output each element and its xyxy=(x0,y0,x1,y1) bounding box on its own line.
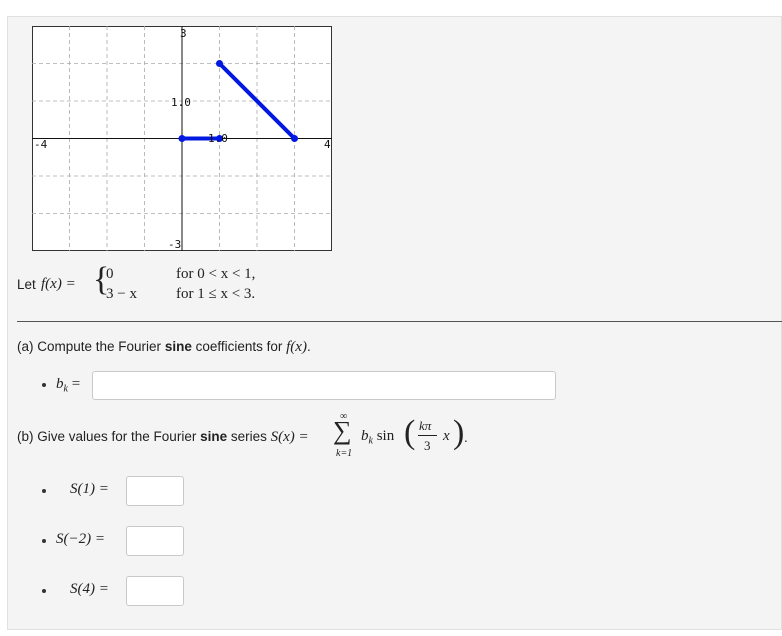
term-sub: k xyxy=(368,435,373,447)
part-a-prompt: (a) Compute the Fourier sine coefficient… xyxy=(17,339,311,356)
part-a-end: . xyxy=(306,339,311,354)
case2-expression: 3 − x xyxy=(106,286,137,302)
case1-expression: 0 xyxy=(106,266,114,282)
s1-input[interactable] xyxy=(126,476,184,506)
segment-endpoint xyxy=(216,60,223,67)
function-name: f(x) = xyxy=(41,276,76,292)
term-b: b xyxy=(361,428,369,444)
part-b-prefix: (b) Give values for the Fourier xyxy=(17,429,201,444)
bk-label: bk = xyxy=(56,376,80,395)
s4-input[interactable] xyxy=(126,576,184,606)
s-neg2-label: S(−2) = xyxy=(56,531,105,547)
part-a-prefix: (a) Compute the Fourier xyxy=(17,339,165,354)
series-x: x xyxy=(443,428,450,444)
frac-denominator: 3 xyxy=(424,438,431,453)
bullet xyxy=(42,589,46,593)
tick-label-ymax: 3 xyxy=(180,27,187,40)
bk-equals: = xyxy=(71,376,81,392)
sin-label: sin xyxy=(376,428,395,444)
bullet xyxy=(42,383,46,387)
bk-letter: b xyxy=(56,376,64,392)
s4-label: S(4) = xyxy=(70,581,109,597)
right-paren: ) xyxy=(453,414,465,451)
left-paren: ( xyxy=(404,414,416,451)
divider xyxy=(17,321,782,322)
function-intro: Let xyxy=(17,277,36,292)
part-a-suffix: coefficients for xyxy=(191,339,287,354)
part-b-end: . xyxy=(464,430,468,445)
part-b-prompt: (b) Give values for the Fourier sine ser… xyxy=(17,429,309,446)
bullet xyxy=(42,489,46,493)
s-neg2-input[interactable] xyxy=(126,526,184,556)
case2-condition: for 1 ≤ x < 3. xyxy=(176,286,256,302)
s1-label: S(1) = xyxy=(70,481,109,497)
frac-numerator: kπ xyxy=(419,418,432,433)
function-graph: 3 1.0 1.0 -4 4 -3 xyxy=(32,26,332,251)
bk-subscript: k xyxy=(63,383,68,395)
case1-condition: for 0 < x < 1, xyxy=(176,266,256,282)
segment-endpoint xyxy=(291,135,298,142)
tick-label-x1: 1.0 xyxy=(208,132,228,145)
part-b-bold: sine xyxy=(200,429,228,444)
tick-label-y1: 1.0 xyxy=(171,96,191,109)
part-b-suffix: series xyxy=(227,429,271,444)
tick-label-xmin: -4 xyxy=(34,138,48,151)
part-a-bold: sine xyxy=(164,339,192,354)
tick-label-ymin: -3 xyxy=(168,238,181,251)
sigma-icon: ∑ xyxy=(333,416,352,445)
part-a-fx: f(x) xyxy=(286,339,307,355)
bk-input[interactable] xyxy=(92,371,556,400)
frac-bar xyxy=(418,435,437,436)
part-b-sx: S(x) = xyxy=(270,429,309,445)
tick-label-xmax: 4 xyxy=(324,138,331,151)
bullet xyxy=(42,539,46,543)
sum-lower: k=1 xyxy=(336,448,353,459)
segment-endpoint xyxy=(178,135,186,142)
series-term: bk sin xyxy=(361,428,394,447)
